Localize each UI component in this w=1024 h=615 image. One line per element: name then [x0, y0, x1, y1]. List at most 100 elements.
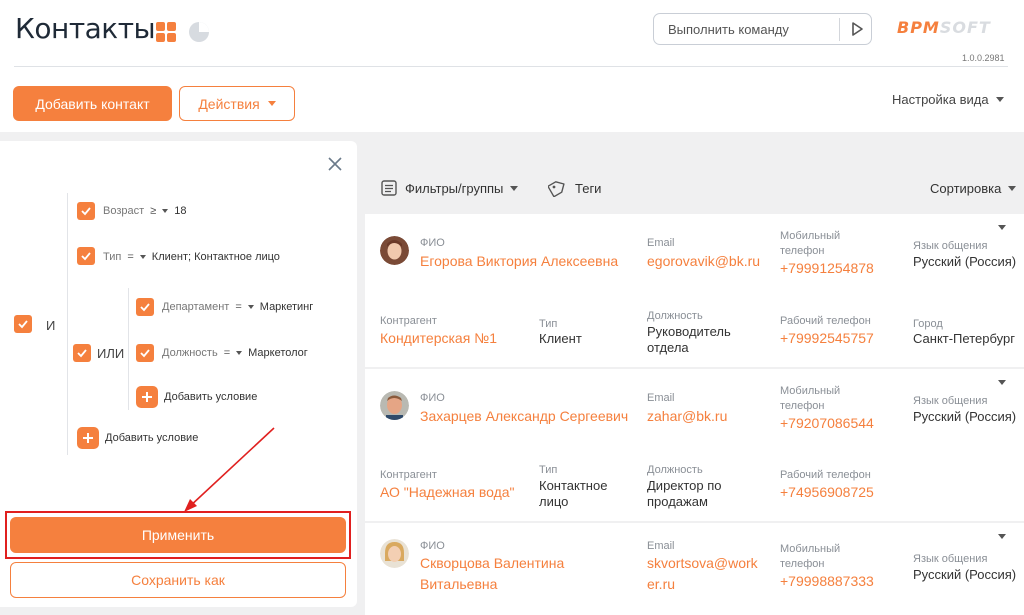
mobile-phone-link[interactable]: +79991254878: [780, 258, 874, 279]
contact-card[interactable]: ФИО Захарцев Александр Сергеевич Email z…: [365, 369, 1024, 521]
condition-operator[interactable]: =: [224, 347, 230, 359]
condition-field: Возраст: [103, 205, 145, 217]
expand-card-icon[interactable]: [998, 380, 1006, 385]
language-value: Русский (Россия): [913, 567, 1017, 582]
highlight-frame: [5, 511, 351, 559]
contact-card[interactable]: ФИО Егорова Виктория Алексеевна Email eg…: [365, 214, 1024, 367]
root-logic-operator[interactable]: И: [46, 318, 55, 333]
filters-groups-button[interactable]: Фильтры/группы: [380, 179, 519, 197]
language-value: Русский (Россия): [913, 409, 1017, 424]
condition-checkbox[interactable]: [77, 202, 95, 220]
field-label: Мобильный: [780, 230, 841, 242]
view-setup-label: Настройка вида: [892, 92, 989, 107]
account-link[interactable]: АО "Надежная вода": [380, 482, 515, 503]
condition-age[interactable]: Возраст ≥ 18: [103, 205, 186, 217]
contact-name-link[interactable]: Витальевна: [420, 574, 497, 595]
grid-view-icon[interactable]: [156, 22, 176, 42]
field-label: Рабочий телефон: [780, 469, 871, 481]
condition-value[interactable]: Клиент; Контактное лицо: [152, 251, 280, 263]
mobile-phone-link[interactable]: +79207086544: [780, 413, 874, 434]
field-label: телефон: [780, 558, 825, 570]
header-divider: [14, 66, 1008, 67]
position-value: Руководитель: [647, 324, 731, 339]
contact-name-link[interactable]: Захарцев Александр Сергеевич: [420, 406, 628, 427]
chevron-down-icon: [162, 209, 169, 213]
add-contact-button[interactable]: Добавить контакт: [13, 86, 172, 121]
chevron-down-icon: [236, 351, 243, 355]
expand-card-icon[interactable]: [998, 534, 1006, 539]
chevron-down-icon: [995, 97, 1004, 102]
sort-button[interactable]: Сортировка: [930, 181, 1017, 196]
actions-button[interactable]: Действия: [179, 86, 295, 121]
work-phone-link[interactable]: +79992545757: [780, 328, 874, 349]
root-group-line: [67, 193, 68, 455]
sort-label: Сортировка: [930, 181, 1002, 196]
field-label: Город: [913, 318, 943, 330]
subgroup-checkbox[interactable]: [73, 344, 91, 362]
root-group-checkbox[interactable]: [14, 315, 32, 333]
tags-button[interactable]: Теги: [548, 179, 601, 197]
field-label: Email: [647, 392, 675, 404]
condition-checkbox[interactable]: [77, 247, 95, 265]
field-label: телефон: [780, 245, 825, 257]
email-link[interactable]: er.ru: [647, 574, 675, 595]
email-link[interactable]: zahar@bk.ru: [647, 406, 727, 427]
command-line[interactable]: Выполнить команду: [653, 13, 872, 45]
type-value: Клиент: [539, 331, 582, 346]
condition-field: Департамент: [162, 301, 230, 313]
email-link[interactable]: egorovavik@bk.ru: [647, 251, 760, 272]
mobile-phone-link[interactable]: +79998887333: [780, 571, 874, 592]
field-label: Мобильный: [780, 385, 841, 397]
condition-operator[interactable]: =: [235, 301, 241, 313]
command-input[interactable]: Выполнить команду: [668, 22, 789, 37]
condition-operator[interactable]: ≥: [150, 205, 156, 217]
field-label: Контрагент: [380, 315, 437, 327]
close-icon[interactable]: [326, 155, 344, 173]
condition-field: Должность: [162, 347, 218, 359]
subgroup-logic-operator[interactable]: ИЛИ: [97, 346, 124, 361]
save-as-button[interactable]: Сохранить как: [10, 562, 346, 598]
condition-checkbox[interactable]: [136, 298, 154, 316]
dashboard-pie-icon[interactable]: [189, 22, 209, 42]
command-separator: [839, 18, 840, 41]
contact-name-link[interactable]: Скворцова Валентина: [420, 553, 564, 574]
tag-icon: [548, 181, 565, 197]
chevron-down-icon: [247, 305, 254, 309]
condition-value[interactable]: Маркетинг: [260, 301, 313, 313]
play-icon[interactable]: [848, 20, 866, 38]
account-link[interactable]: Кондитерская №1: [380, 328, 497, 349]
condition-position[interactable]: Должность = Маркетолог: [162, 347, 308, 359]
condition-type[interactable]: Тип = Клиент; Контактное лицо: [103, 251, 280, 263]
email-link[interactable]: skvortsova@work: [647, 553, 758, 574]
condition-field: Тип: [103, 251, 122, 263]
view-setup-button[interactable]: Настройка вида: [892, 92, 1004, 107]
condition-value[interactable]: Маркетолог: [248, 347, 308, 359]
condition-operator[interactable]: =: [127, 251, 133, 263]
field-label: ФИО: [420, 540, 445, 552]
page-title: Контакты: [15, 12, 156, 45]
subgroup-line: [128, 288, 129, 410]
field-label: ФИО: [420, 237, 445, 249]
field-label: Тип: [539, 464, 558, 476]
chevron-down-icon: [267, 101, 276, 106]
filter-list-icon: [381, 180, 397, 196]
condition-value[interactable]: 18: [174, 205, 186, 217]
avatar: [380, 539, 409, 568]
field-label: Email: [647, 237, 675, 249]
contact-card[interactable]: ФИО Скворцова Валентина Витальевна Email…: [365, 523, 1024, 615]
expand-card-icon[interactable]: [998, 225, 1006, 230]
condition-checkbox[interactable]: [136, 344, 154, 362]
condition-department[interactable]: Департамент = Маркетинг: [162, 301, 313, 313]
work-phone-link[interactable]: +74956908725: [780, 482, 874, 503]
field-label: Язык общения: [913, 553, 988, 565]
field-label: Должность: [647, 464, 703, 476]
field-label: телефон: [780, 400, 825, 412]
contact-name-link[interactable]: Егорова Виктория Алексеевна: [420, 251, 618, 272]
add-condition-label: Добавить условие: [164, 391, 258, 403]
field-label: Язык общения: [913, 240, 988, 252]
filters-groups-label: Фильтры/группы: [405, 180, 504, 196]
add-condition-subgroup[interactable]: Добавить условие: [136, 386, 257, 408]
position-value: Директор по: [647, 478, 722, 493]
field-label: Должность: [647, 310, 703, 322]
type-value: лицо: [539, 494, 569, 509]
